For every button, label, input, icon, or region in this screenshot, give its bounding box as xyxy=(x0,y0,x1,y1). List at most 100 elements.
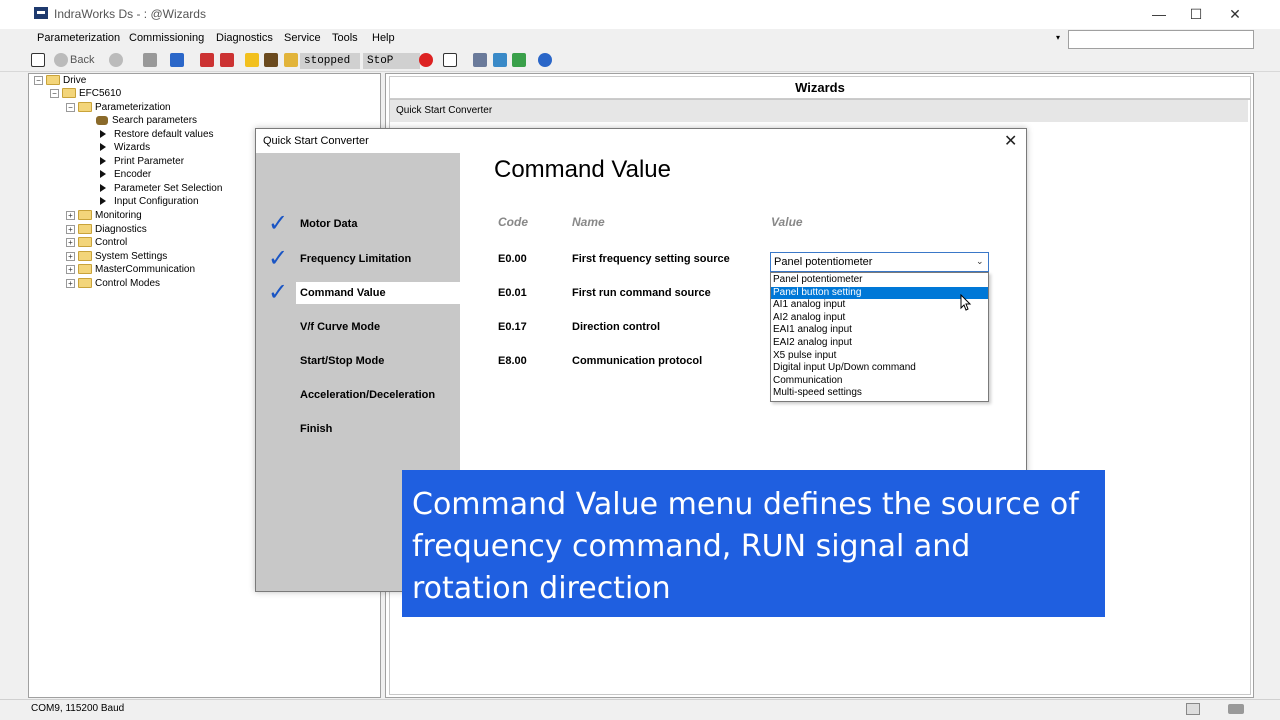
dropdown-option[interactable]: EAI2 analog input xyxy=(771,337,988,350)
param-name: Communication protocol xyxy=(572,355,703,367)
device-icon xyxy=(1186,703,1200,715)
dropdown-option[interactable]: Digital input Up/Down command xyxy=(771,362,988,375)
param-code: E0.17 xyxy=(498,321,527,333)
back-button-label[interactable]: Back xyxy=(70,54,94,66)
menu-diagnostics[interactable]: Diagnostics xyxy=(216,32,273,44)
tree-item-wizards[interactable]: Wizards xyxy=(100,141,150,154)
chevron-down-icon[interactable]: ⌄ xyxy=(976,256,984,267)
step-command-value[interactable]: Command Value xyxy=(300,283,386,303)
tree-item-restore-defaults[interactable]: Restore default values xyxy=(100,128,214,141)
folder-icon xyxy=(78,251,92,262)
tree-item-diagnostics[interactable]: + Diagnostics xyxy=(66,223,147,236)
menu-commissioning[interactable]: Commissioning xyxy=(129,32,204,44)
star-icon[interactable] xyxy=(245,53,259,67)
menu-tools[interactable]: Tools xyxy=(332,32,358,44)
caption-overlay: Command Value menu defines the source of… xyxy=(402,470,1105,617)
dialog-title: Quick Start Converter xyxy=(263,135,369,147)
tree-item-encoder[interactable]: Encoder xyxy=(100,168,151,181)
folder-icon xyxy=(78,102,92,113)
folder-icon xyxy=(46,75,60,86)
tree-item-efc5610[interactable]: − EFC5610 xyxy=(50,87,121,100)
window-icon[interactable] xyxy=(31,53,45,67)
dropdown-option[interactable]: Panel potentiometer xyxy=(771,274,988,287)
up-icon[interactable] xyxy=(143,53,157,67)
scope-icon[interactable] xyxy=(443,53,457,67)
param-name: First frequency setting source xyxy=(572,253,730,265)
tree-item-input-configuration[interactable]: Input Configuration xyxy=(100,195,199,208)
step-acceleration-deceleration[interactable]: Acceleration/Deceleration xyxy=(300,385,435,405)
wizard-row-quick-start[interactable]: Quick Start Converter xyxy=(390,100,1248,122)
wizards-header: Wizards xyxy=(389,76,1251,99)
close-window-button[interactable]: ✕ xyxy=(1215,0,1255,29)
tree-item-search-parameters[interactable]: Search parameters xyxy=(96,114,197,127)
tree-item-parameterization[interactable]: − Parameterization xyxy=(66,101,171,114)
load-params-icon[interactable] xyxy=(200,53,214,67)
tree-item-control[interactable]: + Control xyxy=(66,236,127,249)
step-start-stop-mode[interactable]: Start/Stop Mode xyxy=(300,351,384,371)
arrow-right-icon xyxy=(100,170,106,179)
check-icon: ✓ xyxy=(268,210,289,237)
folder-icon xyxy=(78,210,92,221)
down-icon[interactable] xyxy=(170,53,184,67)
dropdown-option[interactable]: X5 pulse input xyxy=(771,350,988,363)
menu-service[interactable]: Service xyxy=(284,32,321,44)
arrow-right-icon xyxy=(100,143,106,152)
dropdown-option[interactable]: AI2 analog input xyxy=(771,312,988,325)
status-stopped: stopped xyxy=(300,53,360,69)
mouse-cursor-icon xyxy=(960,294,972,311)
menu-parameterization[interactable]: Parameterization xyxy=(37,32,120,44)
online-icon[interactable] xyxy=(512,53,526,67)
column-header-value: Value xyxy=(771,215,803,229)
minimize-button[interactable]: — xyxy=(1139,0,1179,29)
tree-item-system-settings[interactable]: + System Settings xyxy=(66,250,167,263)
dropdown-option[interactable]: AI1 analog input xyxy=(771,299,988,312)
dropdown-option[interactable]: Multi-speed settings xyxy=(771,387,988,400)
tree-item-mastercommunication[interactable]: + MasterCommunication xyxy=(66,263,195,276)
folder-icon xyxy=(78,224,92,235)
status-bar xyxy=(0,699,1280,720)
dropdown-option[interactable]: Communication xyxy=(771,375,988,388)
folder-icon xyxy=(78,237,92,248)
tree-item-control-modes[interactable]: + Control Modes xyxy=(66,277,160,290)
help-icon[interactable] xyxy=(538,53,552,67)
arrow-right-icon xyxy=(100,157,106,166)
check-icon: ✓ xyxy=(268,245,289,272)
folder-icon xyxy=(78,278,92,289)
network-icon[interactable] xyxy=(473,53,487,67)
param-code: E0.01 xyxy=(498,287,527,299)
check-icon: ✓ xyxy=(268,279,289,306)
param-code: E8.00 xyxy=(498,355,527,367)
step-finish[interactable]: Finish xyxy=(300,419,332,439)
dialog-close-button[interactable]: ✕ xyxy=(1004,131,1017,151)
param-name: First run command source xyxy=(572,287,711,299)
grid-icon[interactable] xyxy=(284,53,298,67)
tree-item-print-parameter[interactable]: Print Parameter xyxy=(100,155,184,168)
arrow-right-icon xyxy=(100,197,106,206)
search-dropdown-arrow-icon[interactable]: ▾ xyxy=(1056,33,1060,42)
tree-item-monitoring[interactable]: + Monitoring xyxy=(66,209,142,222)
binoculars-icon[interactable] xyxy=(264,53,278,67)
step-motor-data[interactable]: Motor Data xyxy=(300,214,357,234)
connection-status: COM9, 115200 Baud xyxy=(31,703,125,714)
maximize-button[interactable]: ☐ xyxy=(1176,0,1216,29)
save-params-icon[interactable] xyxy=(220,53,234,67)
network-status-icon xyxy=(1228,704,1244,714)
search-input[interactable] xyxy=(1068,30,1254,49)
folder-icon xyxy=(78,264,92,275)
column-header-name: Name xyxy=(572,215,605,229)
frequency-source-select[interactable]: Panel potentiometer xyxy=(770,252,989,272)
stop-icon[interactable] xyxy=(419,53,433,67)
step-frequency-limitation[interactable]: Frequency Limitation xyxy=(300,249,411,269)
back-icon[interactable] xyxy=(54,53,68,67)
step-vf-curve-mode[interactable]: V/f Curve Mode xyxy=(300,317,380,337)
caption-text: Command Value menu defines the source of… xyxy=(412,487,1079,606)
forward-icon[interactable] xyxy=(109,53,123,67)
status-stop-con: StoP Con xyxy=(363,53,420,69)
window-title: IndraWorks Ds - : @Wizards xyxy=(54,7,206,21)
dropdown-option[interactable]: EAI1 analog input xyxy=(771,324,988,337)
dropdown-option-selected[interactable]: Panel button setting xyxy=(771,286,988,300)
tree-item-parameter-set-selection[interactable]: Parameter Set Selection xyxy=(100,182,222,195)
menu-help[interactable]: Help xyxy=(372,32,395,44)
tree-item-drive[interactable]: − Drive xyxy=(34,74,86,87)
connect-icon[interactable] xyxy=(493,53,507,67)
